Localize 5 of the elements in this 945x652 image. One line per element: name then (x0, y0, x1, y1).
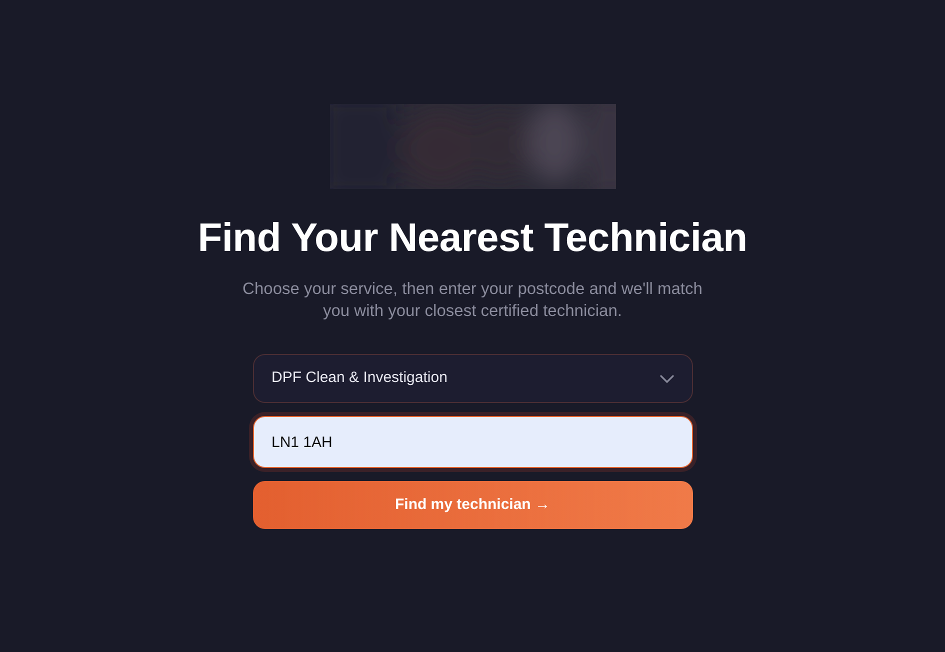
service-select[interactable]: DPF Clean & Investigation (252, 354, 692, 403)
subtitle: Choose your service, then enter your postcode and we'll match you with your closest certified technician. (242, 279, 704, 322)
page-title: Find Your Nearest Technician (198, 215, 748, 262)
postcode-field[interactable]: LN1 1AH (252, 416, 692, 468)
chevron-down-icon (660, 374, 674, 382)
